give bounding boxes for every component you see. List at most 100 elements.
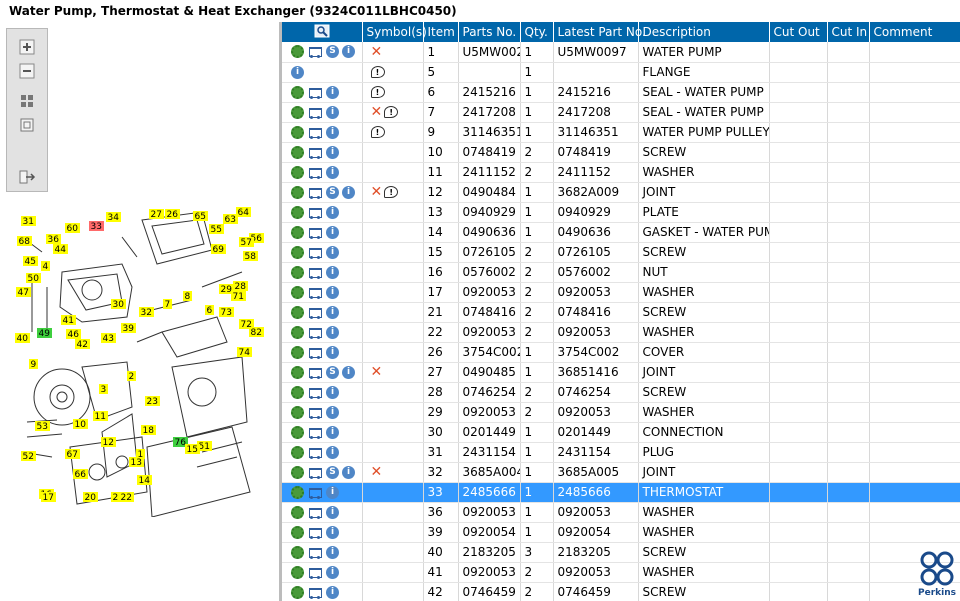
info-icon[interactable]: i: [326, 85, 339, 99]
info-icon[interactable]: i: [326, 405, 339, 419]
shopping-cart-icon[interactable]: [307, 146, 323, 159]
part-callout[interactable]: 58: [243, 251, 258, 262]
part-callout[interactable]: 40: [15, 333, 30, 344]
symbols-column-header[interactable]: Symbol(s): [362, 22, 427, 42]
gear-icon[interactable]: [291, 85, 304, 99]
actual-size-button[interactable]: [16, 115, 38, 135]
gear-icon[interactable]: [291, 585, 304, 599]
gear-icon[interactable]: [291, 325, 304, 339]
table-row[interactable]: i 22 0920053 2 0920053 WASHER: [282, 322, 960, 343]
part-callout[interactable]: 34: [106, 212, 121, 223]
shopping-cart-icon[interactable]: [307, 446, 323, 459]
part-callout[interactable]: 12: [101, 437, 116, 448]
info-icon[interactable]: i: [326, 265, 339, 279]
x-mark-icon[interactable]: ✕: [371, 105, 383, 119]
x-mark-icon[interactable]: ✕: [371, 185, 383, 199]
part-callout[interactable]: 10: [73, 419, 88, 430]
part-callout[interactable]: 60: [65, 223, 80, 234]
quantity-column-header[interactable]: Qty.: [520, 22, 554, 42]
shopping-cart-icon[interactable]: [307, 326, 323, 339]
part-callout[interactable]: 69: [211, 244, 226, 255]
part-callout[interactable]: 17: [41, 492, 56, 503]
gear-icon[interactable]: [291, 525, 304, 539]
part-callout[interactable]: 4: [41, 261, 50, 272]
part-callout[interactable]: 67: [65, 449, 80, 460]
supersession-icon[interactable]: S: [326, 465, 339, 479]
shopping-cart-icon[interactable]: [307, 466, 323, 479]
part-callout[interactable]: 33: [89, 221, 104, 232]
gear-icon[interactable]: [291, 405, 304, 419]
part-callout[interactable]: 15: [185, 444, 200, 455]
shopping-cart-icon[interactable]: [307, 166, 323, 179]
part-callout[interactable]: 31: [21, 216, 36, 227]
part-callout[interactable]: 6: [205, 305, 214, 316]
info-icon[interactable]: i: [326, 505, 339, 519]
cut-in-column-header[interactable]: Cut In: [827, 22, 870, 42]
table-row[interactable]: i 36 0920053 1 0920053 WASHER: [282, 502, 960, 523]
info-icon[interactable]: i: [326, 345, 339, 359]
gear-icon[interactable]: [291, 565, 304, 579]
gear-icon[interactable]: [291, 245, 304, 259]
table-row[interactable]: i! 9 31146351 1 31146351 WATER PUMP PULLEY: [282, 122, 960, 143]
supersession-icon[interactable]: S: [326, 365, 339, 379]
gear-icon[interactable]: [291, 425, 304, 439]
part-callout[interactable]: 30: [111, 299, 126, 310]
part-callout[interactable]: 82: [249, 327, 264, 338]
info-icon[interactable]: i: [326, 485, 339, 499]
table-row[interactable]: i 10 0748419 2 0748419 SCREW: [282, 142, 960, 163]
info-icon[interactable]: i: [326, 165, 339, 179]
info-icon[interactable]: i: [326, 565, 339, 579]
shopping-cart-icon[interactable]: [307, 186, 323, 199]
table-row[interactable]: Si✕1U5MW00231U5MW0097WATER PUMP: [282, 42, 960, 63]
info-icon[interactable]: i: [342, 185, 355, 199]
table-row[interactable]: i 14 0490636 1 0490636 GASKET - WATER PUMP: [282, 222, 960, 243]
gear-icon[interactable]: [291, 285, 304, 299]
shopping-cart-icon[interactable]: [307, 126, 323, 139]
part-callout[interactable]: 53: [35, 421, 50, 432]
shopping-cart-icon[interactable]: [307, 266, 323, 279]
part-callout[interactable]: 14: [137, 475, 152, 486]
table-row[interactable]: i 30 0201449 1 0201449 CONNECTION: [282, 422, 960, 443]
info-icon[interactable]: i: [326, 385, 339, 399]
info-icon[interactable]: i: [326, 325, 339, 339]
note-bubble-icon[interactable]: !: [384, 106, 399, 118]
part-callout[interactable]: 26: [165, 209, 180, 220]
info-icon[interactable]: i: [342, 45, 355, 59]
part-callout[interactable]: 22: [119, 492, 134, 503]
part-callout[interactable]: 39: [121, 323, 136, 334]
info-icon[interactable]: i: [326, 525, 339, 539]
part-callout[interactable]: 71: [231, 291, 246, 302]
gear-icon[interactable]: [291, 265, 304, 279]
gear-icon[interactable]: [291, 45, 304, 59]
part-callout[interactable]: 32: [139, 307, 154, 318]
table-row[interactable]: i! 6 2415216 1 2415216 SEAL - WATER PUMP: [282, 82, 960, 103]
part-callout[interactable]: 28: [233, 281, 248, 292]
supersession-icon[interactable]: S: [326, 45, 339, 59]
part-callout[interactable]: 9: [29, 359, 38, 370]
gear-icon[interactable]: [291, 185, 304, 199]
shopping-cart-icon[interactable]: [307, 566, 323, 579]
part-callout[interactable]: 74: [237, 347, 252, 358]
info-icon[interactable]: i: [326, 445, 339, 459]
table-row[interactable]: i 28 0746254 2 0746254 SCREW: [282, 382, 960, 403]
shopping-cart-icon[interactable]: [307, 346, 323, 359]
part-callout[interactable]: 43: [101, 333, 116, 344]
part-callout[interactable]: 66: [73, 469, 88, 480]
note-bubble-icon[interactable]: !: [370, 86, 385, 98]
part-callout[interactable]: 2: [127, 371, 136, 382]
gear-icon[interactable]: [291, 145, 304, 159]
shopping-cart-icon[interactable]: [307, 586, 323, 599]
info-icon[interactable]: i: [326, 105, 339, 119]
search-column-header[interactable]: [282, 22, 363, 42]
info-icon[interactable]: i: [326, 425, 339, 439]
part-number-column-header[interactable]: Parts No.: [458, 22, 521, 42]
gear-icon[interactable]: [291, 385, 304, 399]
part-callout[interactable]: 46: [66, 329, 81, 340]
part-callout[interactable]: 36: [46, 234, 61, 245]
part-callout[interactable]: 20: [83, 492, 98, 503]
x-mark-icon[interactable]: ✕: [371, 465, 383, 479]
table-row[interactable]: Si ✕ 27 0490485 1 36851416 JOINT: [282, 362, 960, 383]
gear-icon[interactable]: [291, 465, 304, 479]
part-callout[interactable]: 42: [75, 339, 90, 350]
part-callout[interactable]: 55: [209, 224, 224, 235]
